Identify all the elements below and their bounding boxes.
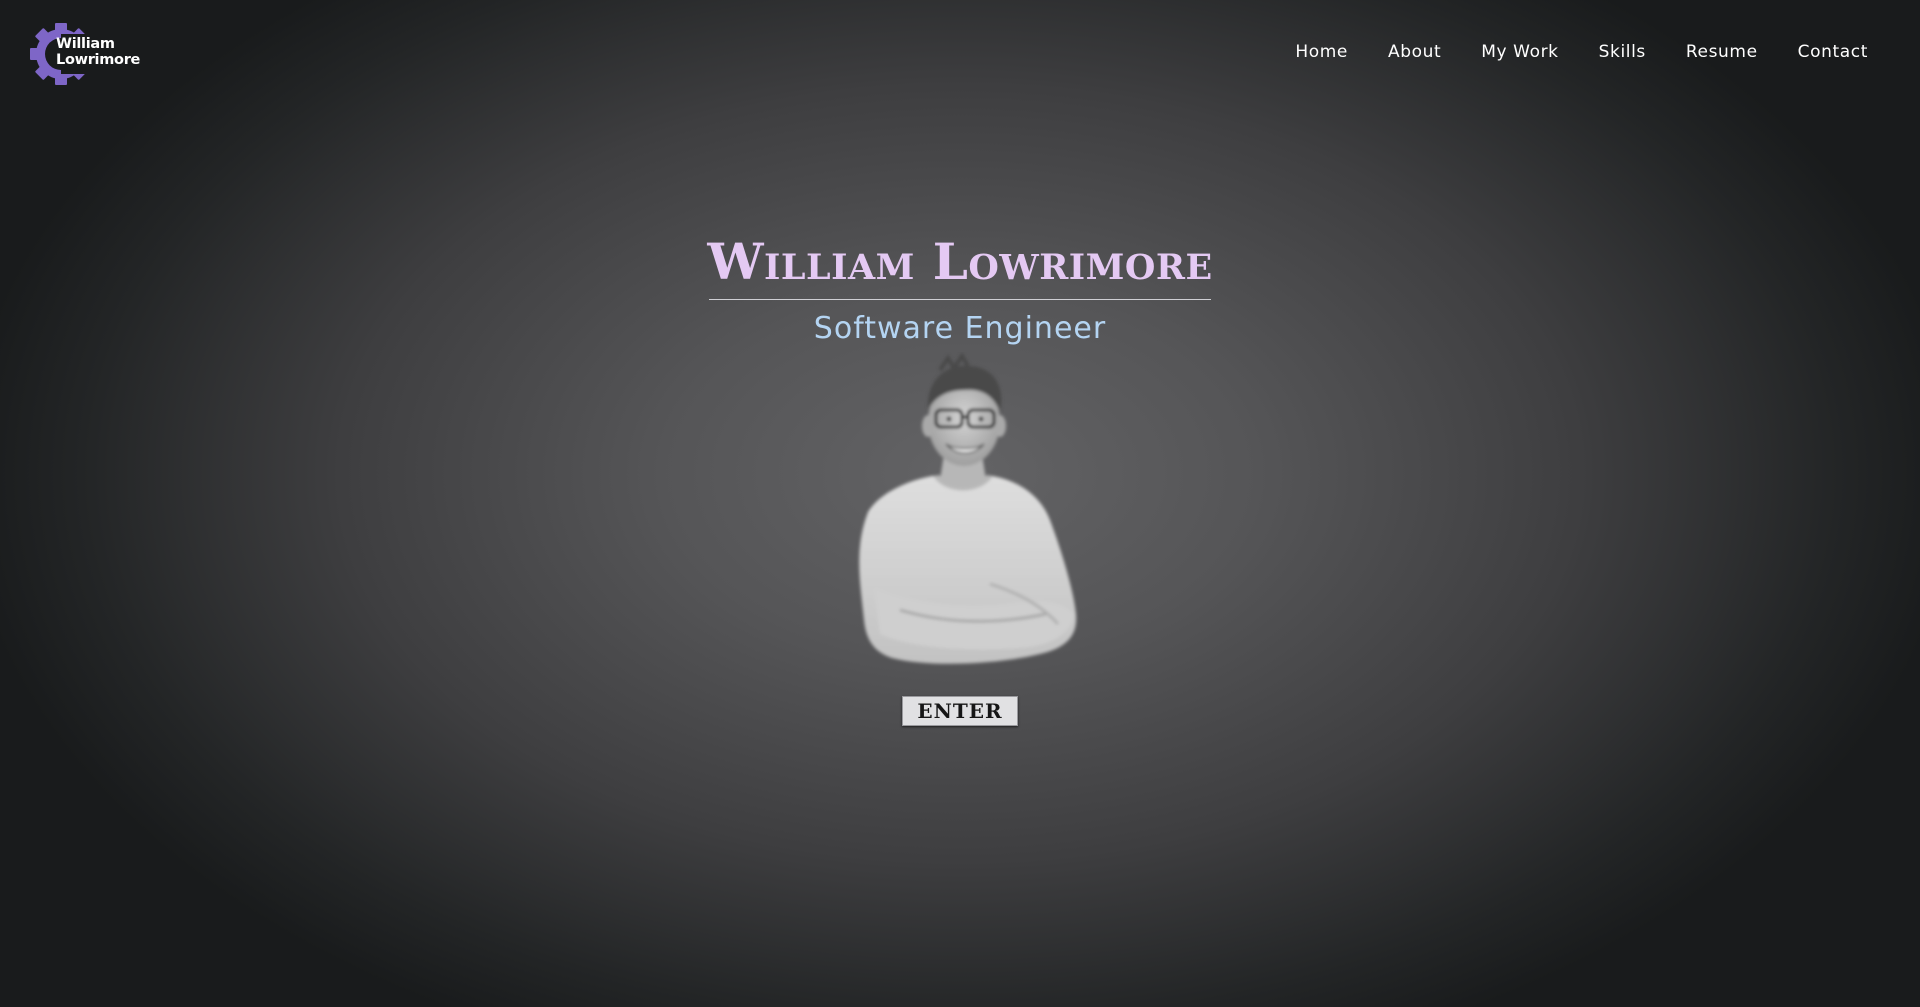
logo-line-1: William bbox=[56, 36, 115, 52]
main-nav: Home About My Work Skills Resume Contact bbox=[1255, 42, 1868, 62]
site-logo[interactable]: William Lowrimore bbox=[30, 23, 140, 85]
nav-link-contact[interactable]: Contact bbox=[1798, 42, 1868, 62]
nav-link-resume[interactable]: Resume bbox=[1686, 42, 1758, 62]
hero-subtitle: Software Engineer bbox=[813, 311, 1107, 346]
title-divider bbox=[709, 299, 1211, 300]
profile-photo bbox=[859, 352, 1077, 664]
nav-link-about[interactable]: About bbox=[1388, 42, 1441, 62]
nav-link-skills[interactable]: Skills bbox=[1599, 42, 1646, 62]
nav-link-my-work[interactable]: My Work bbox=[1481, 42, 1558, 62]
logo-line-2: Lowrimore bbox=[56, 52, 141, 68]
enter-button[interactable]: ENTER bbox=[902, 696, 1018, 726]
hero-title: William Lowrimore bbox=[707, 232, 1213, 291]
logo-text: William Lowrimore bbox=[56, 36, 140, 68]
nav-link-home[interactable]: Home bbox=[1295, 42, 1348, 62]
